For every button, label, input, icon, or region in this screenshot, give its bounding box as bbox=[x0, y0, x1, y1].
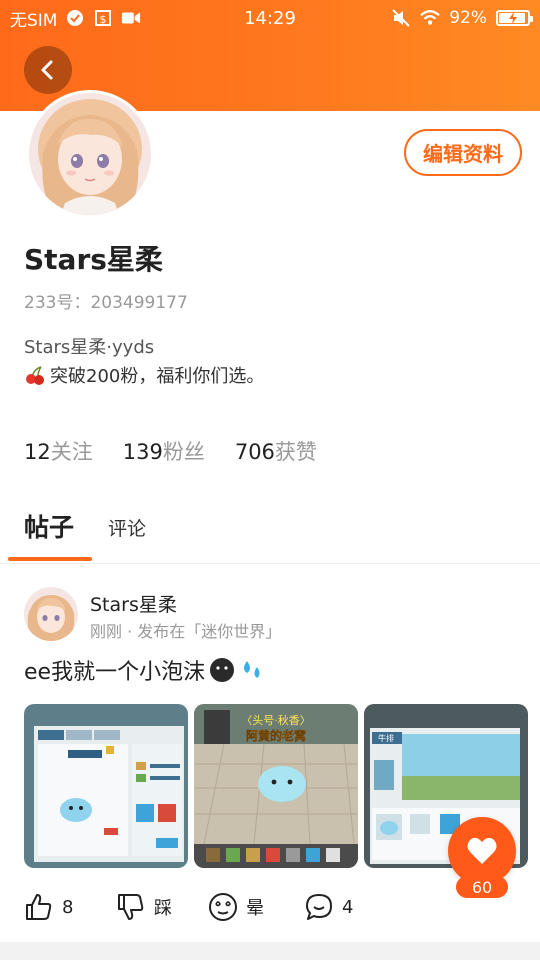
active-tab-indicator bbox=[8, 557, 92, 561]
dizzy-label: 晕 bbox=[246, 898, 264, 919]
stat-following-count: 12 bbox=[24, 440, 51, 464]
stat-following[interactable]: 12 关注 bbox=[24, 436, 93, 466]
notification-app-icon bbox=[65, 8, 85, 28]
feed-divider bbox=[0, 942, 540, 960]
tab-comments[interactable]: 评论 bbox=[108, 514, 146, 541]
post-author-avatar[interactable] bbox=[24, 587, 78, 641]
stat-likes-label: 获赞 bbox=[274, 440, 317, 464]
stat-followers-label: 粉丝 bbox=[162, 440, 205, 464]
like-count-badge: 60 bbox=[456, 876, 508, 898]
post-text-content: ee我就一个小泡沫 bbox=[24, 660, 206, 685]
post-text: ee我就一个小泡沫 bbox=[24, 654, 265, 686]
post-action-bar: 8 踩 晕 4 bbox=[24, 892, 353, 922]
mute-icon bbox=[391, 8, 411, 28]
post-meta: 刚刚 · 发布在「迷你世界」 bbox=[90, 622, 282, 641]
thumb2-title: 阿黄的老窝 bbox=[246, 728, 306, 743]
profile-bio-text: 突破200粉，福利你们选。 bbox=[50, 366, 265, 387]
profile-avatar[interactable] bbox=[26, 90, 154, 218]
upvote-count: 8 bbox=[62, 896, 74, 918]
profile-bio-line2: 突破200粉，福利你们选。 bbox=[24, 362, 264, 388]
video-icon bbox=[121, 8, 141, 28]
profile-bio-line1: Stars星柔·yyds bbox=[24, 337, 155, 358]
stat-following-label: 关注 bbox=[50, 440, 93, 464]
comment-button[interactable]: 4 bbox=[304, 892, 353, 922]
profile-tabs: 帖子 评论 bbox=[0, 494, 540, 564]
back-button[interactable] bbox=[24, 46, 72, 94]
comment-count: 4 bbox=[342, 896, 354, 918]
downvote-button[interactable]: 踩 bbox=[116, 892, 208, 922]
stat-likes-count: 706 bbox=[234, 440, 275, 464]
stat-followers-count: 139 bbox=[122, 440, 163, 464]
profile-stats: 12 关注 139 粉丝 706 获赞 bbox=[24, 436, 317, 466]
battery-icon bbox=[496, 10, 533, 26]
cherry-emoji-icon bbox=[26, 366, 44, 385]
post-author-name[interactable]: Stars星柔 bbox=[90, 590, 177, 617]
stat-likes[interactable]: 706 获赞 bbox=[235, 436, 317, 466]
dizzy-reaction-button[interactable]: 晕 bbox=[208, 892, 304, 922]
thumbs-up-icon bbox=[26, 894, 52, 920]
carrier-label: 无SIM bbox=[10, 10, 58, 31]
tab-posts[interactable]: 帖子 bbox=[24, 508, 74, 544]
wifi-icon bbox=[420, 8, 441, 28]
edit-profile-button[interactable]: 编辑资料 bbox=[404, 129, 522, 176]
upvote-button[interactable]: 8 bbox=[24, 892, 116, 922]
notification-dollar-icon: $ bbox=[93, 8, 113, 28]
chevron-left-icon bbox=[41, 60, 53, 80]
comment-bubble-icon bbox=[306, 894, 332, 920]
like-fab-button[interactable] bbox=[448, 817, 516, 885]
thumb3-header: 牛排 bbox=[378, 733, 394, 743]
thumbs-down-icon bbox=[118, 894, 144, 920]
heart-icon bbox=[467, 837, 497, 864]
status-bar: 无SIM $ 14:29 92% bbox=[0, 0, 540, 36]
sweat-drops-emoji-icon bbox=[244, 661, 260, 678]
post-image-2[interactable]: 〈头号·秋香〉 阿黄的老窝 bbox=[194, 704, 358, 868]
dizzy-face-icon bbox=[209, 893, 237, 921]
downvote-label: 踩 bbox=[154, 898, 172, 919]
post-image-1[interactable] bbox=[24, 704, 188, 868]
stat-followers[interactable]: 139 粉丝 bbox=[123, 436, 205, 466]
battery-percent: 92% bbox=[449, 8, 487, 28]
svg-text:$: $ bbox=[100, 13, 107, 26]
thumb2-banner: 〈头号·秋香〉 bbox=[241, 713, 311, 727]
profile-uid: 233号：203499177 bbox=[24, 293, 188, 313]
profile-username: Stars星柔 bbox=[24, 243, 163, 276]
dark-face-emoji-icon bbox=[210, 658, 235, 682]
